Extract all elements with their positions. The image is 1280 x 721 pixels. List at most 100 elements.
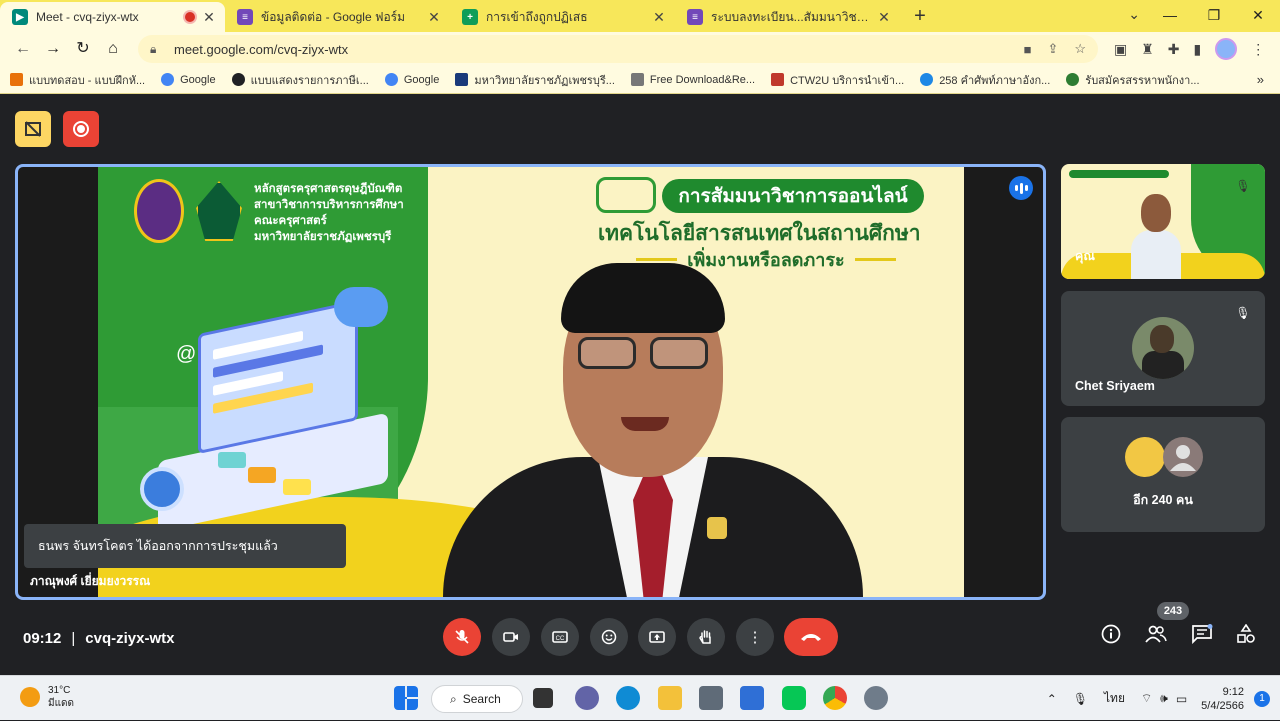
- university-logo: [134, 179, 184, 243]
- task-view-icon[interactable]: [533, 688, 553, 708]
- bookmark-item[interactable]: CTW2U บริการนำเข้า...: [771, 71, 904, 89]
- others-tile[interactable]: อีก 240 คน: [1061, 417, 1265, 532]
- notification-badge[interactable]: 1: [1254, 690, 1270, 707]
- menu-kebab-icon[interactable]: ⋮: [1251, 41, 1265, 58]
- leave-call-button[interactable]: [784, 618, 838, 656]
- bookmark-item[interactable]: รับสมัครสรรหาพนักงา...: [1066, 71, 1200, 89]
- restore-icon[interactable]: ❐: [1192, 0, 1236, 30]
- separator: |: [71, 630, 76, 647]
- wifi-icon[interactable]: ⌔: [1141, 691, 1152, 706]
- globe-icon: [140, 467, 184, 511]
- address-bar[interactable]: 🔒︎ meet.google.com/cvq-ziyx-wtx ■ ⇪ ☆: [138, 35, 1098, 63]
- avatar: [1163, 437, 1203, 477]
- bookmarks-bar: แบบทดสอบ - แบบฝึกหั... Google แบบแสดงราย…: [0, 66, 1280, 94]
- profile-avatar[interactable]: [1215, 38, 1238, 60]
- cart-icon: [771, 73, 785, 86]
- weather-description: มีแดด: [48, 698, 75, 709]
- share-icon[interactable]: ⇪: [1047, 41, 1058, 57]
- presenter-tile[interactable]: หลักสูตรครุศาสตรดุษฎีบัณฑิต สาขาวิชาการบ…: [15, 164, 1046, 600]
- close-tab-icon[interactable]: ✕: [426, 9, 442, 25]
- self-video: [1131, 194, 1181, 279]
- clock-date: 5/4/2566: [1201, 699, 1244, 712]
- puzzle-extensions-icon[interactable]: ✚: [1168, 41, 1180, 58]
- teams-chat-icon[interactable]: [575, 686, 599, 710]
- more-bookmarks-icon[interactable]: »: [1257, 72, 1264, 87]
- emoji-icon: [601, 629, 617, 645]
- recording-button[interactable]: [63, 111, 99, 147]
- bookmark-item[interactable]: มหาวิทยาลัยราชภัฏเพชรบุรี...: [455, 71, 615, 89]
- tab-registration[interactable]: ≡ ระบบลงทะเบียน...สัมมนาวิชาการออนไล ✕: [675, 2, 900, 32]
- svg-text:CC: CC: [556, 636, 565, 642]
- people-button[interactable]: [1145, 624, 1167, 650]
- chrome-icon[interactable]: [823, 686, 847, 710]
- activities-button[interactable]: [1236, 623, 1256, 650]
- back-icon[interactable]: ←: [8, 34, 38, 64]
- institution-line: สาขาวิชาการบริหารการศึกษา: [254, 199, 404, 211]
- settings-gear-icon[interactable]: [864, 686, 888, 710]
- camera-icon[interactable]: ■: [1024, 42, 1032, 57]
- at-symbol-icon: @: [176, 343, 197, 365]
- close-tab-icon[interactable]: ✕: [201, 9, 217, 25]
- microphone-icon[interactable]: 🎙︎: [1073, 692, 1088, 706]
- present-screen-button[interactable]: [638, 618, 676, 656]
- record-icon: [73, 121, 89, 137]
- tab-google-form[interactable]: ≡ ข้อมูลติดต่อ - Google ฟอร์ม ✕: [225, 2, 450, 32]
- bookmark-item[interactable]: Free Download&Re...: [630, 73, 755, 86]
- reload-icon[interactable]: ↻: [68, 34, 98, 64]
- file-explorer-icon[interactable]: [658, 686, 682, 710]
- raise-hand-button[interactable]: [687, 618, 725, 656]
- tab-meet[interactable]: ▶ Meet - cvq-ziyx-wtx ✕: [0, 2, 225, 32]
- clock[interactable]: 9:12 5/4/2566: [1201, 685, 1244, 713]
- chevron-up-icon[interactable]: ⌃: [1047, 692, 1057, 706]
- more-options-button[interactable]: ⋮: [736, 618, 774, 656]
- side-panel-icon[interactable]: ▮: [1194, 41, 1202, 58]
- taskbar-search[interactable]: ⌕ Search: [431, 685, 523, 713]
- close-tab-icon[interactable]: ✕: [651, 9, 667, 25]
- meet-area: หลักสูตรครุศาสตรดุษฎีบัณฑิต สาขาวิชาการบ…: [0, 95, 1280, 675]
- self-view-tile[interactable]: 🎙︎ คุณ: [1061, 164, 1265, 279]
- bookmark-item[interactable]: Google: [384, 73, 439, 86]
- mic-toggle-button[interactable]: [443, 618, 481, 656]
- institution-line: มหาวิทยาลัยราชภัฏเพชรบุรี: [254, 231, 392, 243]
- bookmark-item[interactable]: แบบแสดงรายการภาษีเ...: [231, 71, 369, 89]
- camera-app-icon[interactable]: [699, 686, 723, 710]
- volume-icon[interactable]: 🕪︎: [1160, 691, 1168, 706]
- reactions-button[interactable]: [590, 618, 628, 656]
- home-icon[interactable]: ⌂: [98, 34, 128, 64]
- extension-icon[interactable]: ♜: [1141, 41, 1154, 58]
- battery-icon[interactable]: ▭: [1176, 692, 1187, 706]
- bookmark-item[interactable]: แบบทดสอบ - แบบฝึกหั...: [10, 71, 145, 89]
- edge-icon[interactable]: [616, 686, 640, 710]
- weather-widget[interactable]: 31°C มีแดด: [20, 684, 74, 710]
- institution-line: คณะครุศาสตร์: [254, 215, 327, 227]
- chat-button[interactable]: [1191, 624, 1213, 650]
- participant-tile[interactable]: 🎙︎ Chet Sriyaem: [1061, 291, 1265, 406]
- line-app-icon[interactable]: [782, 686, 806, 710]
- url-text[interactable]: meet.google.com/cvq-ziyx-wtx: [174, 42, 1008, 57]
- input-language[interactable]: ไทย: [1104, 689, 1125, 708]
- temperature: 31°C: [48, 685, 71, 696]
- companion-mode-button[interactable]: [15, 111, 51, 147]
- speaker-mouth: [621, 417, 669, 431]
- tab-search-chevron-icon[interactable]: ⌄: [1128, 6, 1140, 23]
- minimize-icon[interactable]: —: [1148, 0, 1192, 30]
- hand-icon: [699, 630, 711, 644]
- meeting-details-button[interactable]: [1101, 624, 1121, 650]
- bookmark-label: 258 คำศัพท์ภาษาอังก...: [939, 74, 1051, 87]
- store-icon[interactable]: [740, 686, 764, 710]
- camera-toggle-button[interactable]: [492, 618, 530, 656]
- bookmark-item[interactable]: Google: [161, 73, 216, 86]
- extension-icon[interactable]: ▣: [1114, 41, 1127, 58]
- tab-access-denied[interactable]: + การเข้าถึงถูกปฏิเสธ ✕: [450, 2, 675, 32]
- windows-start-icon[interactable]: [394, 686, 418, 710]
- bookmark-label: มหาวิทยาลัยราชภัฏเพชรบุรี...: [474, 74, 615, 87]
- close-window-icon[interactable]: ✕: [1236, 0, 1280, 30]
- bookmark-item[interactable]: 258 คำศัพท์ภาษาอังก...: [920, 71, 1050, 89]
- captions-button[interactable]: CC: [541, 618, 579, 656]
- forward-icon[interactable]: →: [38, 34, 68, 64]
- close-tab-icon[interactable]: ✕: [876, 9, 892, 25]
- chat-icon: [1192, 624, 1213, 645]
- new-tab-button[interactable]: +: [906, 3, 934, 31]
- bookmark-star-icon[interactable]: ☆: [1074, 41, 1086, 57]
- participant-name: Chet Sriyaem: [1075, 379, 1155, 393]
